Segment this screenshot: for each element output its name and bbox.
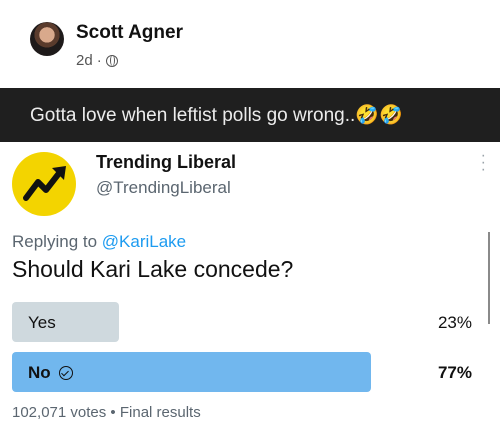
post-meta: 2d · <box>76 52 118 69</box>
facebook-post-header: Scott Agner 2d · <box>0 0 500 88</box>
post-age[interactable]: 2d <box>76 52 93 69</box>
vote-count: 102,071 votes <box>12 404 107 421</box>
replying-to: Replying to @KariLake <box>12 232 186 252</box>
meta-dot: · <box>96 52 102 69</box>
results-separator: • <box>110 404 116 421</box>
replying-to-link[interactable]: @KariLake <box>102 232 186 251</box>
tweet-card: Trending Liberal @TrendingLiberal · · · Re… <box>0 142 500 430</box>
poll-option-label: No <box>28 363 51 382</box>
caption-bar: Gotta love when leftist polls go wrong..… <box>0 88 500 142</box>
poll-question: Should Kari Lake concede? <box>12 256 294 282</box>
poll-option: No 77% <box>12 352 478 392</box>
poll-option-label: Yes <box>28 313 56 332</box>
account-handle[interactable]: @TrendingLiberal <box>96 178 231 198</box>
replying-prefix: Replying to <box>12 232 102 251</box>
checkmark-circle-icon <box>58 366 73 380</box>
post-caption: Gotta love when leftist polls go wrong..… <box>30 105 403 126</box>
account-logo[interactable] <box>12 152 76 216</box>
poll-option-percent: 23% <box>437 313 472 332</box>
scrollbar[interactable] <box>488 232 490 324</box>
results-status: Final results <box>119 404 201 421</box>
author-name[interactable]: Scott Agner <box>76 22 183 44</box>
poll-option: Yes 23% <box>12 302 478 342</box>
account-name[interactable]: Trending Liberal <box>96 152 236 173</box>
poll-option-percent: 77% <box>437 363 472 382</box>
author-avatar[interactable] <box>30 22 64 56</box>
trending-arrow-icon <box>23 166 66 201</box>
more-options-icon[interactable]: · · · <box>481 148 486 178</box>
poll-results: 102,071 votes • Final results <box>12 404 201 421</box>
globe-icon[interactable] <box>105 54 118 67</box>
